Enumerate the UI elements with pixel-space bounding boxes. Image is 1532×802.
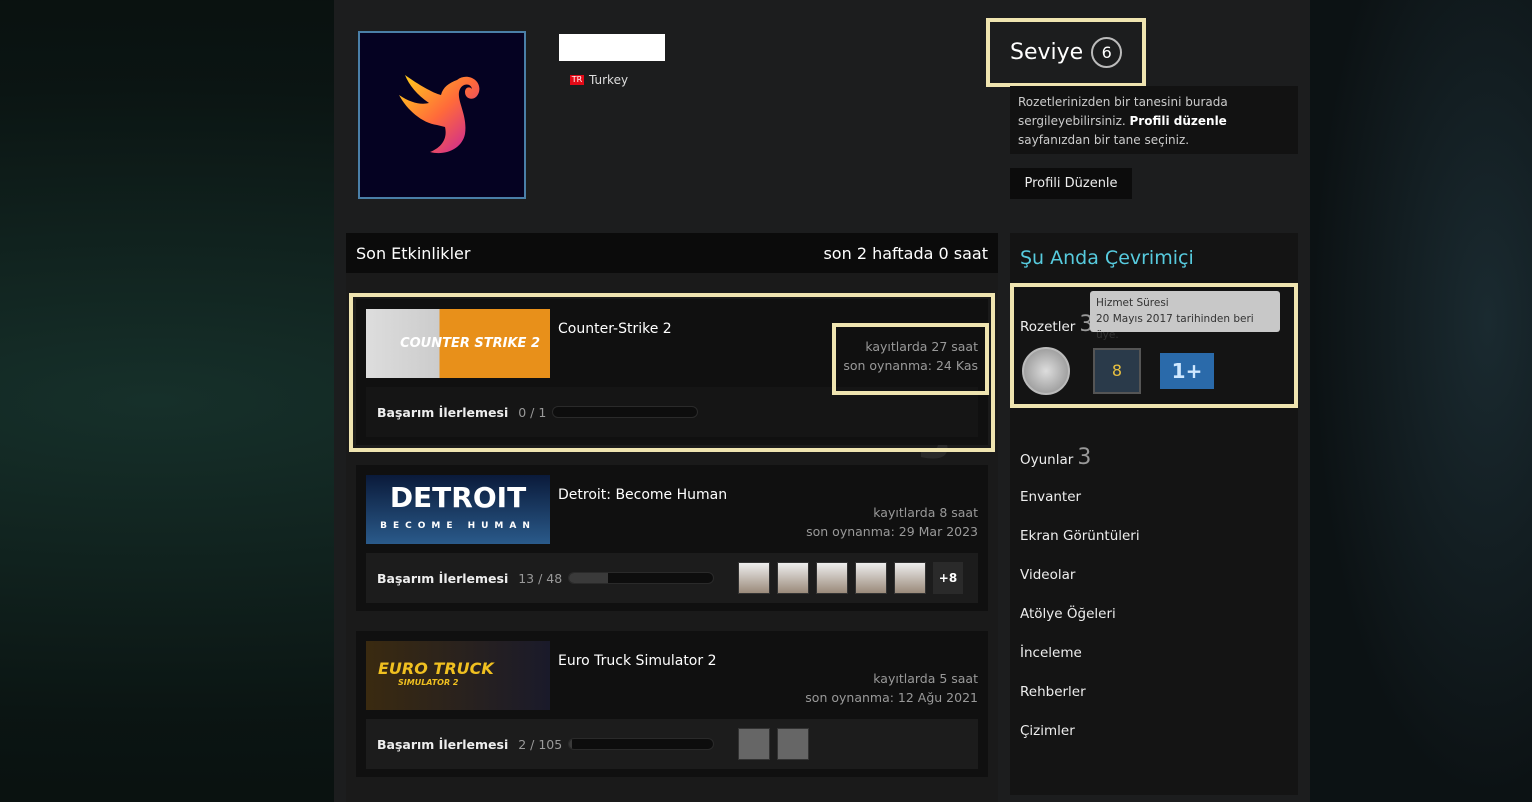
profile-country: TR Turkey [570,73,628,87]
game-collector-badge-icon[interactable]: 8 [1093,348,1141,394]
achievement-bar [568,738,715,750]
community-badge-icon[interactable]: 1+ [1160,353,1214,389]
achievement-bar [568,572,715,584]
achievement-icon[interactable] [816,562,848,594]
game-stats: kayıtlarda 5 saat son oynanma: 12 Ağu 202… [805,669,978,707]
capsule-subtext: BECOME HUMAN [380,521,536,531]
sidebar-link-guides[interactable]: Rehberler [1020,684,1086,700]
game-entry: DETROIT BECOME HUMAN Detroit: Become Huma… [356,465,988,611]
sidebar-link-workshop[interactable]: Atölye Öğeleri [1020,606,1116,622]
game-stats: kayıtlarda 8 saat son oynanma: 29 Mar 202… [806,503,978,541]
tooltip-text: 20 Mayıs 2017 tarihinden beri üye. [1096,313,1254,341]
last-played: son oynanma: 29 Mar 2023 [806,524,978,539]
sidebar-link-videos[interactable]: Videolar [1020,567,1075,583]
badges-label: Rozetler [1020,319,1076,335]
games-link[interactable]: Oyunlar 3 [1020,445,1091,470]
recent-activity-title: Son Etkinlikler [356,243,471,263]
note-text-2: sayfanızdan bir tane seçiniz. [1018,133,1190,147]
avatar[interactable] [358,31,526,199]
sidebar-link-inventory[interactable]: Envanter [1020,489,1081,505]
achievement-label: Başarım İlerlemesi [377,404,509,420]
achievement-icon[interactable] [777,728,809,760]
recent-activity-summary: son 2 haftada 0 saat [823,243,988,263]
online-status: Şu Anda Çevrimiçi [1020,247,1194,269]
game-capsule[interactable]: DETROIT BECOME HUMAN [366,475,550,544]
level-label: Seviye [1010,40,1084,65]
games-label: Oyunlar [1020,452,1074,468]
game-entry: EURO TRUCK SIMULATOR 2 Euro Truck Simulat… [356,631,988,777]
last-played: son oynanma: 12 Ağu 2021 [805,690,978,705]
level-value[interactable]: 6 [1091,37,1123,68]
capsule-text: DETROIT [389,481,527,514]
sidebar-link-reviews[interactable]: İnceleme [1020,645,1082,661]
achievement-count: 2 / 105 [518,736,563,752]
achievement-icon[interactable] [738,728,770,760]
game-name[interactable]: Detroit: Become Human [558,487,727,503]
country-label: Turkey [589,73,629,87]
turkey-flag-icon: TR [570,75,584,85]
game-capsule[interactable]: EURO TRUCK SIMULATOR 2 [366,641,550,710]
achievement-label: Başarım İlerlemesi [377,736,509,752]
achievement-icon[interactable] [894,562,926,594]
achievement-progress[interactable]: Başarım İlerlemesi 2 / 105 [366,719,978,769]
badge-showcase-note: Rozetlerinizden bir tanesini burada serg… [1010,86,1298,154]
games-count: 3 [1077,445,1092,470]
sidebar-link-screenshots[interactable]: Ekran Görüntüleri [1020,528,1140,544]
note-link[interactable]: Profili düzenle [1130,114,1227,128]
more-achievements[interactable]: +8 [933,562,963,594]
achievement-icon[interactable] [777,562,809,594]
sidebar-link-artwork[interactable]: Çizimler [1020,723,1075,739]
badge-tooltip: Hizmet Süresi 20 Mayıs 2017 tarihinden be… [1090,291,1280,341]
capsule-text: EURO TRUCK [378,659,494,678]
background-right [1310,0,1532,802]
profile-name-redacted [559,34,665,61]
hours-on-record: kayıtlarda 5 saat [873,671,978,686]
years-of-service-badge-icon[interactable] [1022,347,1070,395]
highlight-frame-stats [832,323,989,395]
achievement-count: 0 / 1 [518,404,547,420]
capsule-subtext: SIMULATOR 2 [398,678,459,687]
level-box: Seviye 6 [986,18,1146,87]
hours-on-record: kayıtlarda 8 saat [873,505,978,520]
game-name[interactable]: Euro Truck Simulator 2 [558,653,716,669]
achievement-progress[interactable]: Başarım İlerlemesi 13 / 48 +8 [366,553,978,603]
game-name[interactable]: Counter-Strike 2 [558,321,672,337]
swan-logo-icon [399,75,480,154]
tooltip-title: Hizmet Süresi [1096,297,1169,309]
capsule-text: COUNTER STRIKE 2 [400,336,540,351]
recent-activity-header: Son Etkinlikler son 2 haftada 0 saat [346,233,998,273]
achievement-count: 13 / 48 [518,570,563,586]
badges-link[interactable]: Rozetler 3 [1020,312,1093,337]
game-capsule[interactable]: COUNTER STRIKE 2 [366,309,550,378]
achievement-icon[interactable] [855,562,887,594]
achievement-icon[interactable] [738,562,770,594]
achievement-label: Başarım İlerlemesi [377,570,509,586]
edit-profile-button[interactable]: Profili Düzenle [1010,168,1132,199]
achievement-bar [552,406,699,418]
